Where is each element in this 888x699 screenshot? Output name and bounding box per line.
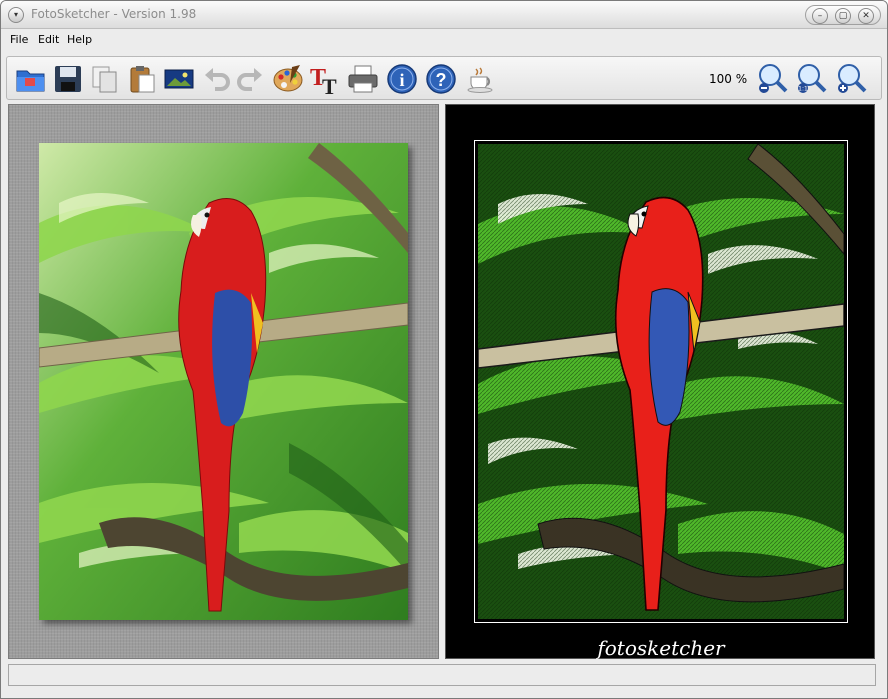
sketch-photo [478,144,844,619]
app-window: ▾ FotoSketcher - Version 1.98 – ▢ ✕ File… [0,0,888,699]
undo-icon[interactable] [201,63,233,95]
toolbar: TT i ? 100 % 1:1 [6,56,882,100]
title-bar: ▾ FotoSketcher - Version 1.98 – ▢ ✕ [1,1,887,29]
menu-edit[interactable]: Edit [38,33,59,46]
system-menu-icon[interactable]: ▾ [8,7,24,23]
zoom-out-icon[interactable] [757,63,789,95]
help-icon[interactable]: ? [425,63,457,95]
zoom-level: 100 % [709,72,748,86]
svg-text:i: i [399,70,404,90]
window-title: FotoSketcher - Version 1.98 [31,7,197,21]
copy-icon[interactable] [89,63,121,95]
menu-help[interactable]: Help [67,33,92,46]
paste-icon[interactable] [126,63,158,95]
minimize-icon[interactable]: – [812,8,828,24]
palette-icon[interactable] [272,63,304,95]
open-folder-icon[interactable] [15,63,47,95]
svg-text:1:1: 1:1 [798,86,808,93]
close-icon[interactable]: ✕ [858,8,874,24]
status-bar [8,664,876,686]
save-icon[interactable] [52,63,84,95]
svg-text:T: T [322,74,337,95]
print-icon[interactable] [347,63,379,95]
menu-bar: File Edit Help [1,30,887,50]
zoom-in-icon[interactable] [836,63,868,95]
svg-text:?: ? [436,70,447,90]
sketch-image-panel: fotosketcher [445,104,875,660]
sketch-frame [474,140,848,623]
redo-icon[interactable] [234,63,266,95]
coffee-icon[interactable] [464,63,496,95]
sketch-signature: fotosketcher [597,636,725,660]
text-icon[interactable]: TT [309,63,341,99]
maximize-icon[interactable]: ▢ [835,8,851,24]
zoom-actual-size-icon[interactable]: 1:1 [796,63,828,95]
original-image-panel [8,104,439,659]
info-icon[interactable]: i [386,63,418,95]
menu-file[interactable]: File [10,33,28,46]
original-photo [39,143,408,620]
image-icon[interactable] [163,63,195,95]
window-controls: – ▢ ✕ [805,5,881,25]
